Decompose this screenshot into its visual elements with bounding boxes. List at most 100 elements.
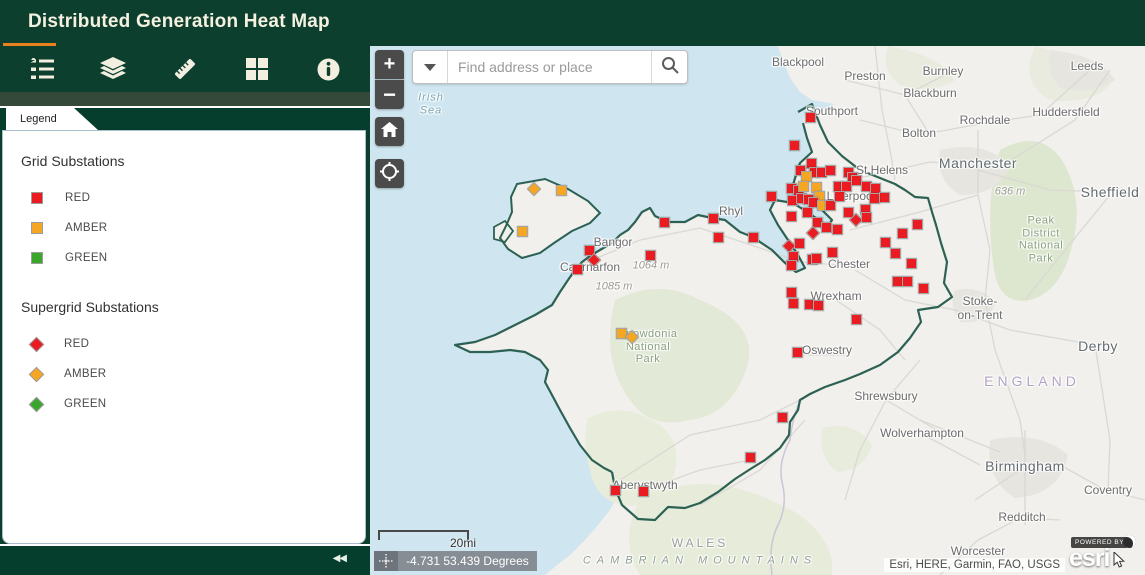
mouse-cursor-icon — [1113, 552, 1126, 573]
green-square-swatch — [31, 252, 43, 264]
search-widget — [412, 50, 688, 84]
red-grid-substation-marker[interactable] — [713, 232, 724, 243]
red-grid-substation-marker[interactable] — [912, 219, 923, 230]
info-widget-button[interactable] — [300, 49, 356, 89]
red-grid-substation-marker[interactable] — [788, 298, 799, 309]
red-grid-substation-marker[interactable] — [708, 213, 719, 224]
legend-item-label: AMBER — [64, 368, 106, 380]
red-grid-substation-marker[interactable] — [805, 112, 816, 123]
red-grid-substation-marker[interactable] — [879, 192, 890, 203]
coordinate-crosshair-icon[interactable] — [374, 551, 398, 571]
red-grid-substation-marker[interactable] — [572, 264, 583, 275]
red-grid-substation-marker[interactable] — [811, 253, 822, 264]
red-grid-substation-marker[interactable] — [789, 140, 800, 151]
basemap-gallery-button[interactable] — [229, 49, 285, 89]
red-grid-substation-marker[interactable] — [825, 165, 836, 176]
measure-ruler-icon — [172, 56, 198, 82]
search-button[interactable] — [651, 51, 687, 83]
coordinate-readout: -4.731 53.439 Degrees — [398, 551, 537, 571]
red-grid-substation-marker[interactable] — [792, 347, 803, 358]
red-grid-substation-marker[interactable] — [610, 485, 621, 496]
legend-list-icon — [30, 58, 54, 80]
layers-widget-button[interactable] — [85, 49, 141, 89]
basemap-grid-icon — [246, 58, 268, 80]
red-grid-substation-marker[interactable] — [834, 191, 845, 202]
red-supergrid-substation-marker[interactable] — [806, 226, 820, 240]
red-grid-substation-marker[interactable] — [851, 314, 862, 325]
collapse-panel-button[interactable]: ◀◀ — [333, 553, 346, 564]
legend-tab[interactable]: Legend — [6, 108, 98, 130]
search-icon — [661, 56, 679, 79]
legend-section: Supergrid Substations RED AMBER GREEN — [21, 299, 365, 419]
search-source-dropdown[interactable] — [413, 51, 448, 83]
legend-item: GREEN — [21, 389, 365, 419]
red-grid-substation-marker[interactable] — [638, 486, 649, 497]
legend-item: RED — [21, 183, 365, 213]
legend-item-label: GREEN — [64, 398, 106, 410]
red-grid-substation-marker[interactable] — [786, 211, 797, 222]
zoom-in-button[interactable]: + — [375, 50, 404, 79]
esri-wordmark: esri — [1069, 544, 1109, 573]
red-grid-substation-marker[interactable] — [645, 250, 656, 261]
amber-grid-substation-marker[interactable] — [517, 226, 528, 237]
red-grid-substation-marker[interactable] — [880, 237, 891, 248]
red-grid-substation-marker[interactable] — [745, 452, 756, 463]
page-title: Distributed Generation Heat Map — [28, 11, 330, 33]
zoom-out-button[interactable]: − — [375, 80, 404, 109]
sidebar-footer: ◀◀ — [0, 544, 370, 575]
chevron-down-icon — [424, 64, 436, 71]
info-icon — [317, 58, 340, 81]
legend-item: RED — [21, 329, 365, 359]
toolbar-divider-strip — [0, 92, 370, 106]
red-grid-substation-marker[interactable] — [777, 412, 788, 423]
red-grid-substation-marker[interactable] — [748, 232, 759, 243]
red-grid-substation-marker[interactable] — [832, 224, 843, 235]
map-canvas[interactable]: Irish SeaBlackpoolPrestonBurnleyLeedsBla… — [370, 46, 1145, 575]
app-window: Distributed Generation Heat Map — [0, 0, 1145, 575]
red-grid-substation-marker[interactable] — [869, 193, 880, 204]
substation-markers-layer — [370, 46, 1145, 575]
active-tab-indicator — [3, 43, 56, 46]
legend-section-title: Grid Substations — [21, 153, 365, 169]
legend-item-label: AMBER — [65, 222, 107, 234]
red-grid-substation-marker[interactable] — [813, 300, 824, 311]
esri-logo: POWERED BY esri — [1065, 537, 1144, 575]
legend-panel: Grid SubstationsREDAMBERGREENSupergrid S… — [2, 130, 366, 544]
red-grid-substation-marker[interactable] — [786, 260, 797, 271]
legend-item-label: GREEN — [65, 252, 107, 264]
red-grid-substation-marker[interactable] — [897, 228, 908, 239]
amber-grid-substation-marker[interactable] — [556, 185, 567, 196]
red-grid-substation-marker[interactable] — [786, 287, 797, 298]
home-extent-button[interactable] — [375, 117, 404, 146]
panel-tab-bar: Legend — [0, 106, 370, 130]
home-icon — [381, 122, 398, 142]
search-input[interactable] — [448, 51, 651, 83]
legend-item: AMBER — [21, 359, 365, 389]
red-grid-substation-marker[interactable] — [906, 258, 917, 269]
legend-widget-button[interactable] — [14, 49, 70, 89]
red-grid-substation-marker[interactable] — [918, 283, 929, 294]
green-diamond-swatch — [29, 396, 45, 412]
red-grid-substation-marker[interactable] — [890, 248, 901, 259]
red-diamond-swatch — [29, 336, 45, 352]
red-grid-substation-marker[interactable] — [861, 212, 872, 223]
locate-crosshair-icon — [380, 162, 399, 186]
red-grid-substation-marker[interactable] — [821, 222, 832, 233]
red-grid-substation-marker[interactable] — [794, 238, 805, 249]
red-grid-substation-marker[interactable] — [827, 247, 838, 258]
amber-grid-substation-marker[interactable] — [798, 181, 809, 192]
legend-section: Grid Substations RED AMBER GREEN — [21, 153, 365, 273]
red-grid-substation-marker[interactable] — [659, 217, 670, 228]
amber-supergrid-substation-marker[interactable] — [625, 330, 639, 344]
red-grid-substation-marker[interactable] — [766, 191, 777, 202]
red-grid-substation-marker[interactable] — [902, 276, 913, 287]
red-square-swatch — [31, 192, 43, 204]
legend-section-title: Supergrid Substations — [21, 299, 365, 315]
amber-supergrid-substation-marker[interactable] — [527, 182, 541, 196]
red-grid-substation-marker[interactable] — [841, 181, 852, 192]
scale-bar-label: 20mi — [450, 536, 476, 550]
measure-widget-button[interactable] — [157, 49, 213, 89]
my-location-button[interactable] — [375, 159, 404, 188]
map-attribution: Esri, HERE, Garmin, FAO, USGS — [884, 558, 1065, 572]
widget-toolbar — [0, 46, 370, 92]
